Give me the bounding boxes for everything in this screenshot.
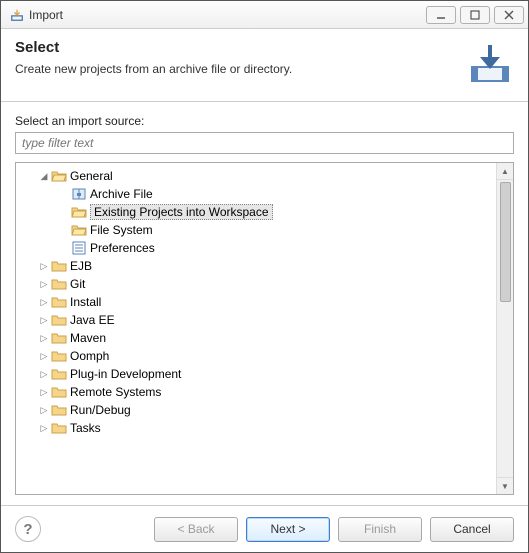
wizard-footer: ? < Back Next > Finish Cancel [1, 505, 528, 552]
minimize-button[interactable] [426, 6, 456, 24]
scroll-thumb[interactable] [500, 182, 511, 302]
chevron-right-icon[interactable]: ▷ [38, 333, 50, 344]
tree-label: Java EE [70, 313, 115, 327]
next-button[interactable]: Next > [246, 517, 330, 542]
scroll-down-icon[interactable]: ▼ [497, 477, 513, 494]
window-title: Import [29, 8, 422, 22]
import-icon [9, 7, 25, 23]
tree-category[interactable]: ▷ Git [20, 275, 496, 293]
tree-category[interactable]: ▷ Oomph [20, 347, 496, 365]
close-button[interactable] [494, 6, 524, 24]
folder-icon [51, 366, 67, 382]
folder-icon [51, 348, 67, 364]
chevron-right-icon[interactable]: ▷ [38, 279, 50, 290]
tree-category[interactable]: ▷ Tasks [20, 419, 496, 437]
wizard-header: Select Create new projects from an archi… [1, 29, 528, 102]
tree-label: Oomph [70, 349, 109, 363]
folder-open-icon [71, 222, 87, 238]
chevron-right-icon[interactable]: ▷ [38, 387, 50, 398]
chevron-right-icon[interactable]: ▷ [38, 297, 50, 308]
folder-icon [51, 402, 67, 418]
tree-label: Preferences [90, 241, 155, 255]
folder-icon [51, 330, 67, 346]
tree-item-archive-file[interactable]: Archive File [20, 185, 496, 203]
tree-category[interactable]: ▷ Java EE [20, 311, 496, 329]
scroll-up-icon[interactable]: ▲ [497, 163, 513, 180]
folder-icon [51, 258, 67, 274]
help-button[interactable]: ? [15, 516, 41, 542]
tree-label: Plug-in Development [70, 367, 181, 381]
folder-icon [51, 420, 67, 436]
page-title: Select [15, 39, 456, 56]
chevron-right-icon[interactable]: ▷ [38, 423, 50, 434]
tree-category[interactable]: ▷ EJB [20, 257, 496, 275]
import-large-icon [466, 39, 514, 87]
import-source-tree[interactable]: ◢ General Archive File Existing Projects [16, 163, 496, 494]
cancel-button[interactable]: Cancel [430, 517, 514, 542]
tree-item-file-system[interactable]: File System [20, 221, 496, 239]
folder-icon [51, 384, 67, 400]
vertical-scrollbar[interactable]: ▲ ▼ [496, 163, 513, 494]
folder-open-icon [51, 168, 67, 184]
tree-label: Git [70, 277, 85, 291]
tree-label: File System [90, 223, 153, 237]
tree-container: ◢ General Archive File Existing Projects [15, 162, 514, 495]
tree-category[interactable]: ▷ Remote Systems [20, 383, 496, 401]
folder-icon [51, 294, 67, 310]
archive-icon [71, 186, 87, 202]
title-bar: Import [1, 1, 528, 29]
folder-icon [51, 312, 67, 328]
preferences-icon [71, 240, 87, 256]
source-label: Select an import source: [15, 114, 514, 128]
chevron-down-icon[interactable]: ◢ [38, 171, 50, 182]
maximize-button[interactable] [460, 6, 490, 24]
tree-label: EJB [70, 259, 92, 273]
page-description: Create new projects from an archive file… [15, 62, 456, 76]
tree-label: Archive File [90, 187, 153, 201]
tree-label: Install [70, 295, 101, 309]
tree-label: Remote Systems [70, 385, 161, 399]
filter-input[interactable] [15, 132, 514, 154]
chevron-right-icon[interactable]: ▷ [38, 405, 50, 416]
tree-label: Tasks [70, 421, 101, 435]
wizard-body: Select an import source: ◢ General Archi… [1, 102, 528, 505]
tree-category[interactable]: ▷ Run/Debug [20, 401, 496, 419]
back-button[interactable]: < Back [154, 517, 238, 542]
tree-label: Existing Projects into Workspace [90, 204, 273, 220]
chevron-right-icon[interactable]: ▷ [38, 369, 50, 380]
tree-category[interactable]: ▷ Maven [20, 329, 496, 347]
finish-button[interactable]: Finish [338, 517, 422, 542]
tree-item-existing-projects[interactable]: Existing Projects into Workspace [20, 203, 496, 221]
chevron-right-icon[interactable]: ▷ [38, 261, 50, 272]
tree-category-general[interactable]: ◢ General [20, 167, 496, 185]
tree-category[interactable]: ▷ Install [20, 293, 496, 311]
tree-label: General [70, 169, 113, 183]
tree-label: Run/Debug [70, 403, 131, 417]
folder-open-icon [71, 204, 87, 220]
chevron-right-icon[interactable]: ▷ [38, 351, 50, 362]
tree-label: Maven [70, 331, 106, 345]
folder-icon [51, 276, 67, 292]
chevron-right-icon[interactable]: ▷ [38, 315, 50, 326]
tree-item-preferences[interactable]: Preferences [20, 239, 496, 257]
tree-category[interactable]: ▷ Plug-in Development [20, 365, 496, 383]
